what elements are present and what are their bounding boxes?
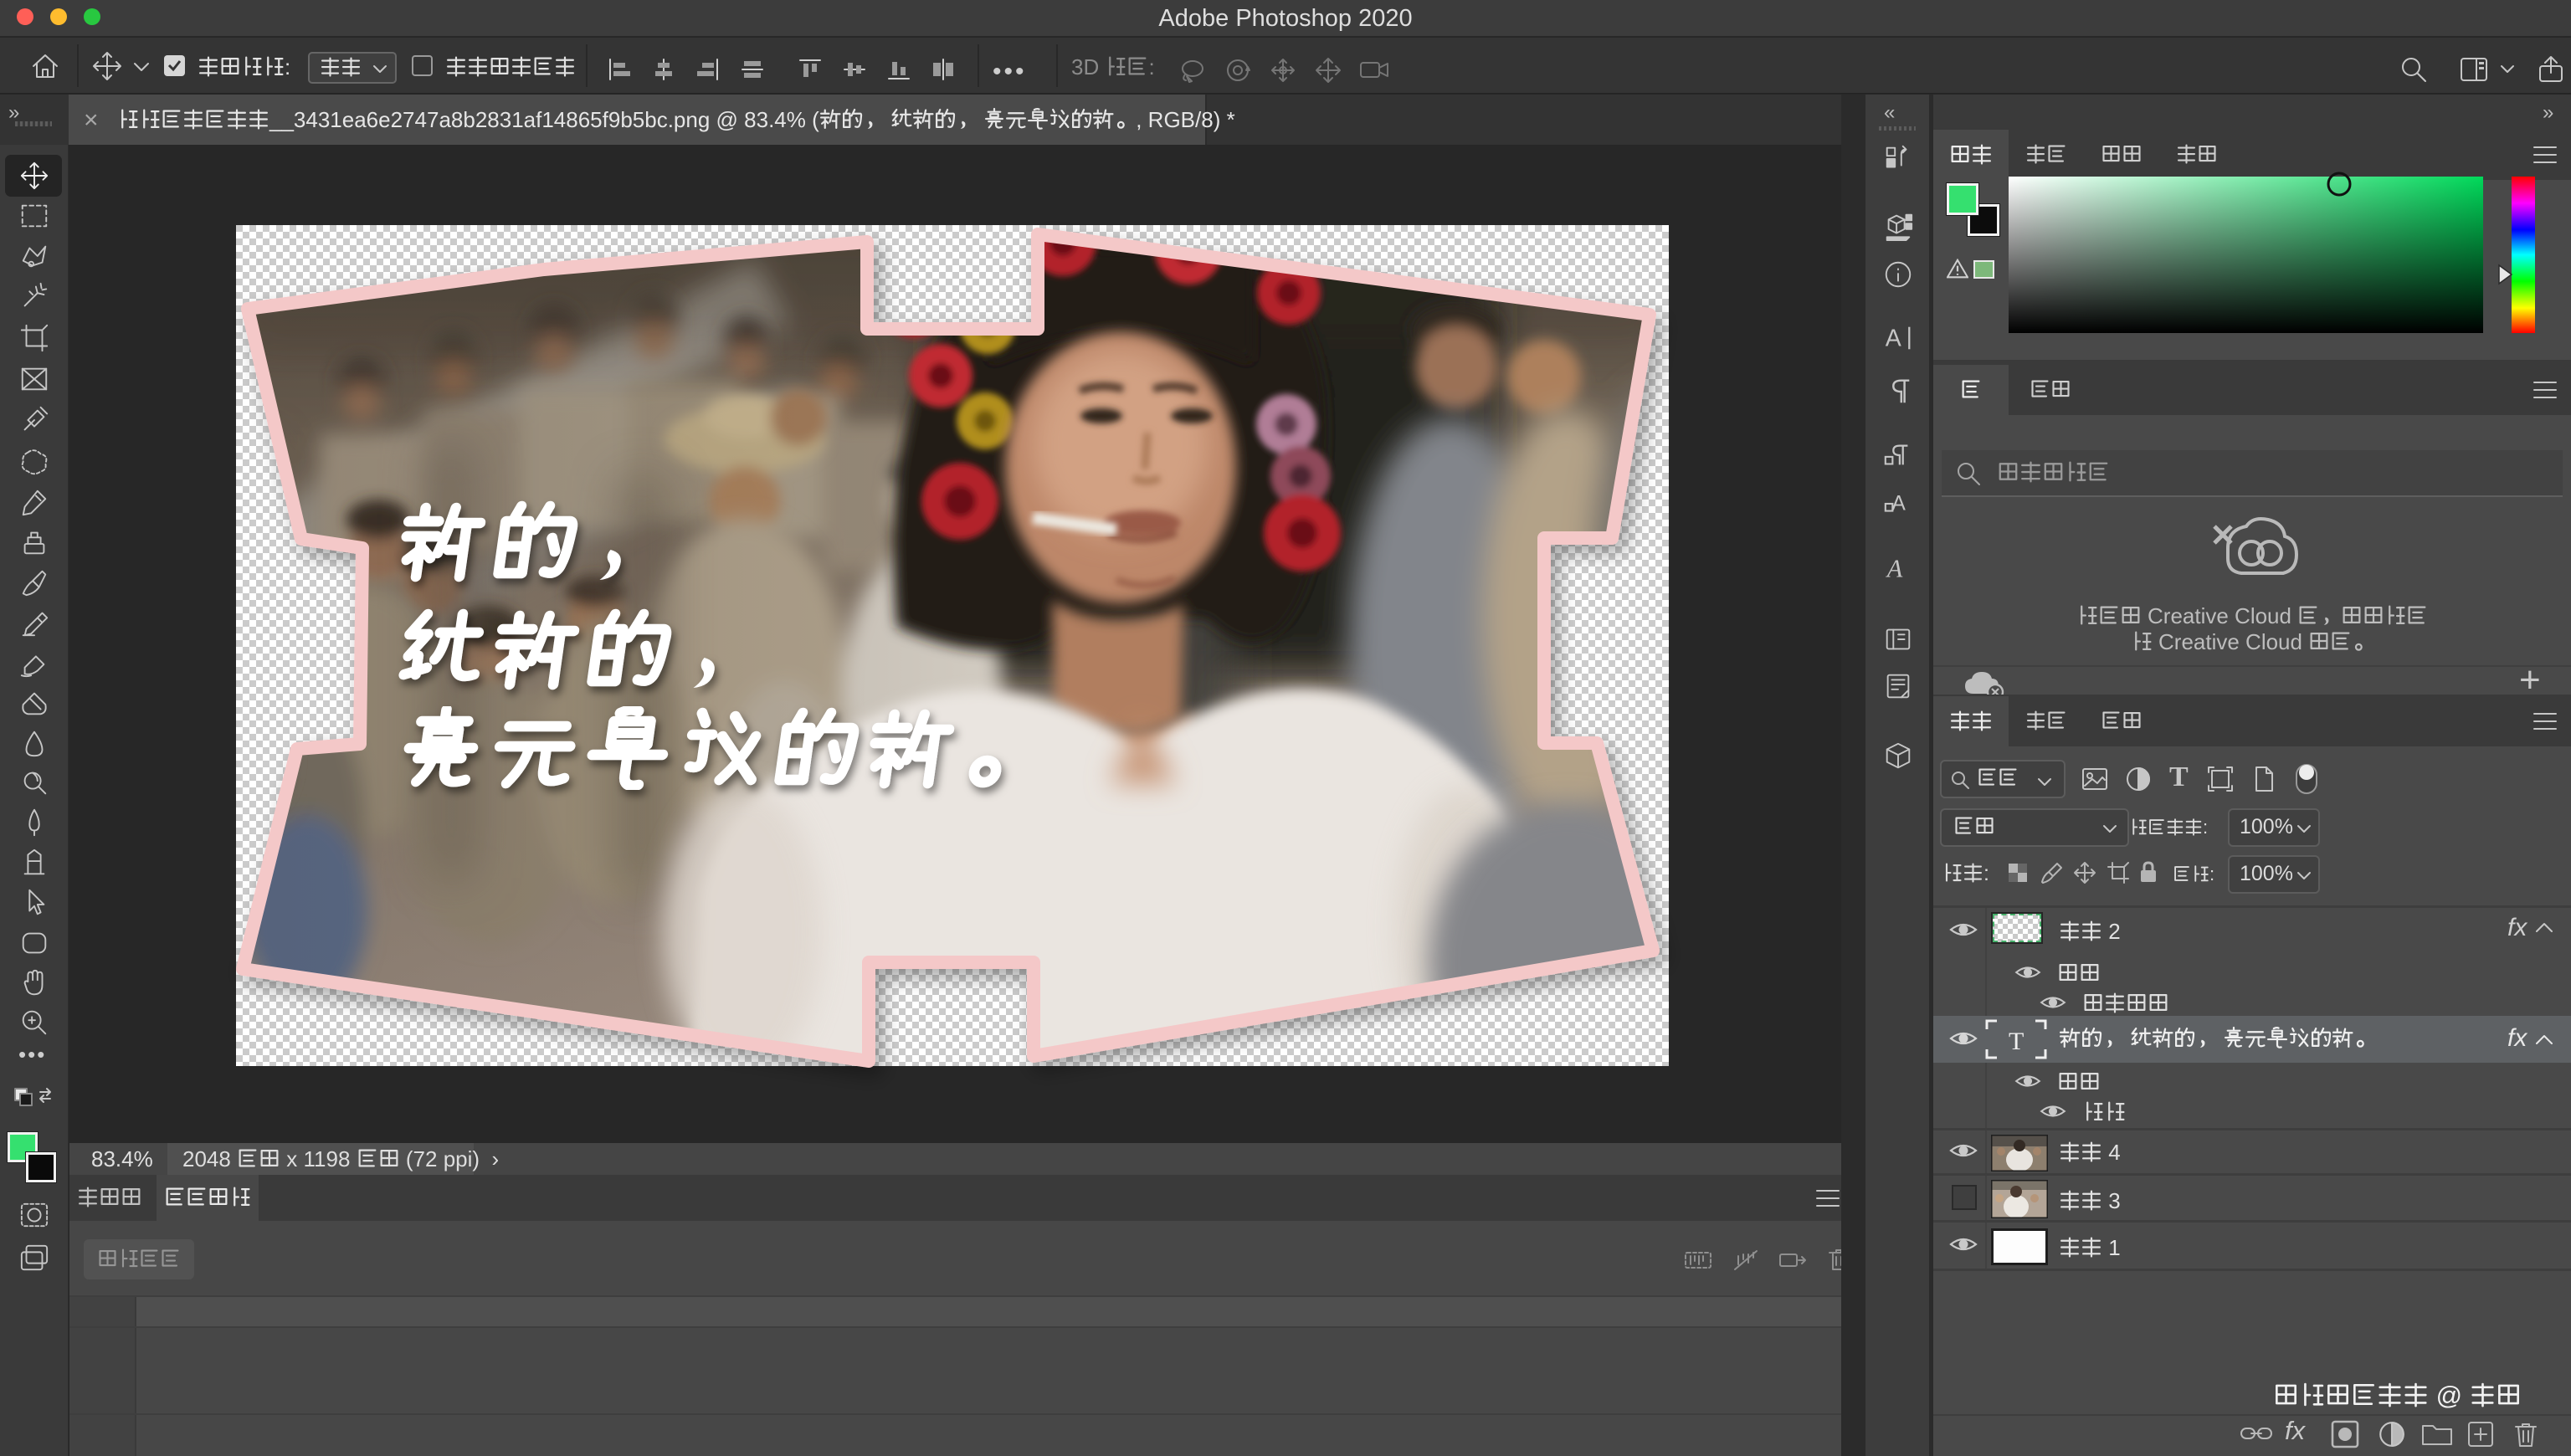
svg-text:A: A — [1886, 555, 1903, 583]
svg-text:T: T — [2009, 1028, 2024, 1055]
svg-text:A: A — [1886, 326, 1901, 352]
svg-text:A: A — [1891, 493, 1906, 515]
